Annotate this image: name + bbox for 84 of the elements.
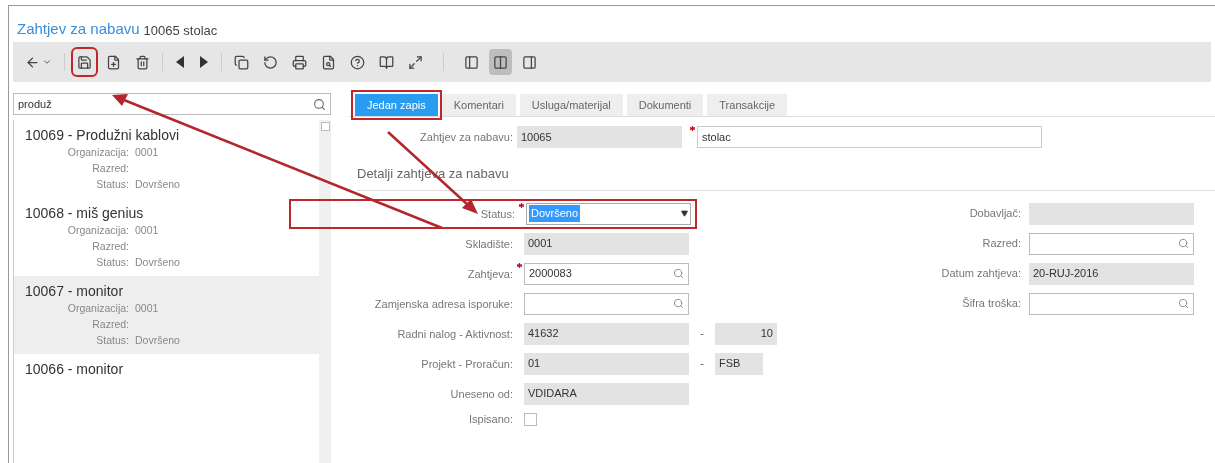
field-label: Zahtjev za nabavu: <box>419 129 514 145</box>
item-label: Organizacija: <box>66 223 129 238</box>
search-icon <box>1178 298 1189 309</box>
lookup-field[interactable] <box>524 292 689 315</box>
item-label: Organizacija: <box>66 301 129 316</box>
item-label: Status: <box>95 333 129 348</box>
book-icon <box>379 54 394 70</box>
lookup-field[interactable] <box>1029 292 1194 315</box>
refresh-icon <box>263 54 278 70</box>
field-label: Šifra troška: <box>961 296 1022 312</box>
readonly-field: 20-RUJ-2016 <box>1029 262 1194 285</box>
item-title: 10069 - Produžni kablovi <box>25 126 181 144</box>
save-icon <box>77 54 92 70</box>
right-pane-icon <box>522 54 537 70</box>
readonly-field: 10065 <box>517 126 682 148</box>
back-icon <box>25 54 40 70</box>
readonly-field: 10 <box>715 322 777 345</box>
readonly-field: FSB <box>715 352 763 375</box>
field-label: Status: <box>479 207 516 220</box>
readonly-field: 41632 <box>524 322 689 345</box>
field-label: Zamjenska adresa isporuke: <box>373 297 514 310</box>
item-label: Razred: <box>91 317 129 332</box>
caret-icon <box>681 210 688 217</box>
item-title: 10068 - miš genius <box>25 204 145 222</box>
search-icon <box>673 298 684 309</box>
tab[interactable]: Usluga/materijal <box>519 94 623 116</box>
item-value: Dovršeno <box>135 177 180 192</box>
copy-icon <box>234 54 249 70</box>
left-pane-icon <box>464 54 479 70</box>
item-label: Status: <box>95 255 129 270</box>
tab[interactable]: Dokumenti <box>626 94 704 116</box>
checkbox[interactable] <box>524 412 537 426</box>
field-label: Dobavljač: <box>968 206 1022 222</box>
field-label: Uneseno od: <box>449 387 514 400</box>
toolbar-button[interactable] <box>73 49 96 75</box>
field-label: Zahtjeva: <box>466 267 514 280</box>
left-triangle-icon <box>175 56 185 68</box>
title-link[interactable]: Zahtjev za nabavu <box>17 17 140 40</box>
search-icon <box>673 268 684 279</box>
item-value: Dovršeno <box>135 333 180 348</box>
right-triangle-icon <box>199 56 209 68</box>
description-field[interactable]: stolac <box>697 126 1042 148</box>
separator-text: - <box>700 326 704 342</box>
field-label: Radni nalog - Aktivnost: <box>396 327 514 340</box>
field-label: Projekt - Proračun: <box>420 357 514 370</box>
item-label: Organizacija: <box>66 145 129 160</box>
expand-icon <box>408 54 423 70</box>
item-label: Razred: <box>91 239 129 254</box>
toolbar-button[interactable] <box>489 49 512 75</box>
field-label: Razred: <box>981 236 1022 252</box>
item-label: Razred: <box>91 161 129 176</box>
search-text: produž <box>18 96 52 112</box>
item-value: 0001 <box>135 223 159 238</box>
tab[interactable]: Transakcije <box>707 94 788 116</box>
two-pane-icon <box>493 54 508 70</box>
item-title: 10067 - monitor <box>25 282 125 300</box>
selected-text: Dovršeno <box>529 205 581 222</box>
new-document-icon <box>106 54 121 70</box>
item-value: 0001 <box>135 145 159 160</box>
readonly-field: 01 <box>524 352 689 375</box>
separator-text: - <box>700 356 704 372</box>
field-label: Datum zahtjeva: <box>940 266 1022 282</box>
tab[interactable]: Komentari <box>441 94 516 116</box>
search-field[interactable]: produž <box>13 93 331 115</box>
item-label: Status: <box>95 177 129 192</box>
field-label: Ispisano: <box>467 413 514 425</box>
search-icon <box>313 97 326 111</box>
record-title: 10065 stolac <box>143 21 218 40</box>
lookup-field[interactable]: 2000083 <box>524 262 689 285</box>
lookup-field[interactable] <box>1029 232 1194 255</box>
item-value: 0001 <box>135 301 159 316</box>
readonly-field: 0001 <box>524 232 689 255</box>
print-icon <box>292 54 307 70</box>
field-label: Skladište: <box>464 237 514 250</box>
magnifier-document-icon <box>321 54 336 70</box>
search-icon <box>1178 238 1189 249</box>
readonly-field: VDIDARA <box>524 382 689 405</box>
caret-icon <box>42 57 52 67</box>
item-title: 10066 - monitor <box>25 360 125 378</box>
trash-icon <box>135 54 150 70</box>
field-value: 2000083 <box>529 266 572 282</box>
list-item[interactable]: 10067 - monitor Organizacija: 0001 Razred: Status: Dovršeno <box>14 276 319 354</box>
item-value: Dovršeno <box>135 255 180 270</box>
help-icon <box>350 54 365 70</box>
